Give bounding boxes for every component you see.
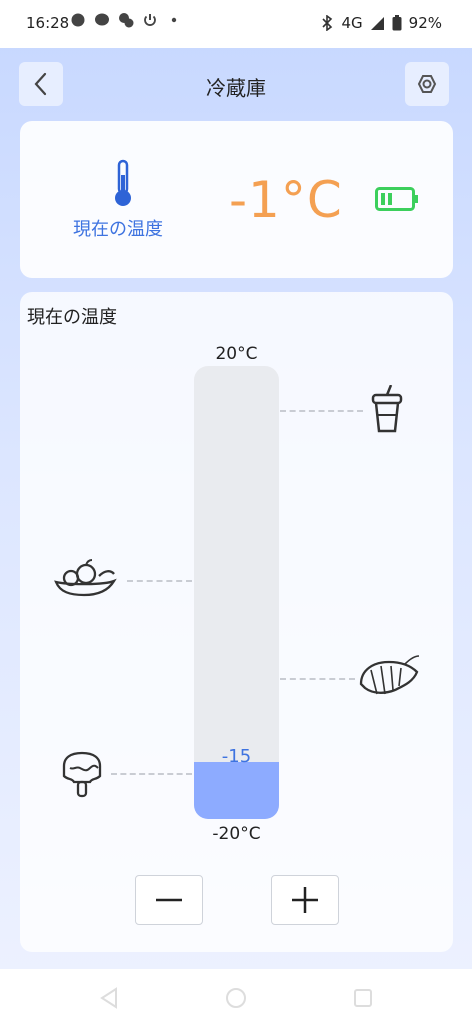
temperature-fill xyxy=(194,762,279,819)
battery-percent: 92% xyxy=(408,14,442,32)
settings-button[interactable] xyxy=(405,62,449,106)
fruit-guide-line xyxy=(127,580,192,582)
signal-icon xyxy=(370,16,384,30)
current-temp-card: 現在の温度 -1°C xyxy=(20,121,453,278)
notification-icon xyxy=(71,13,85,27)
battery-icon xyxy=(392,15,402,31)
nav-recents-icon[interactable] xyxy=(352,987,374,1009)
shrimp-icon xyxy=(359,655,420,695)
drink-guide-line xyxy=(280,410,363,412)
thermometer-icon xyxy=(115,159,131,206)
scale-min-label: -20°C xyxy=(212,824,261,844)
temp-scale-card: 現在の温度 20°C -15 -20°C xyxy=(20,292,453,952)
network-type: 4G xyxy=(341,14,363,32)
media-icon xyxy=(119,13,134,28)
icecream-guide-line xyxy=(111,773,192,775)
status-right: 4G 92% xyxy=(320,14,442,32)
status-time: 16:28 xyxy=(26,14,70,32)
status-bar: 16:28 4G 92% xyxy=(0,0,472,48)
scale-max-label: 20°C xyxy=(215,344,258,364)
set-temp-value: -15 xyxy=(221,746,252,767)
power-icon xyxy=(144,14,156,26)
page-title: 冷蔵庫 xyxy=(206,76,266,100)
ice-cream-icon xyxy=(62,751,102,798)
minus-icon xyxy=(156,898,182,902)
dot-icon xyxy=(171,17,177,23)
fruit-basket-icon xyxy=(54,559,117,597)
shrimp-guide-line xyxy=(280,678,355,680)
app-header: 冷蔵庫 xyxy=(0,48,472,120)
drink-cup-icon xyxy=(371,385,403,433)
notification-icons xyxy=(70,12,182,28)
system-nav-bar xyxy=(0,969,472,1024)
current-temp-label: 現在の温度 xyxy=(73,219,163,240)
increase-temp-button[interactable] xyxy=(271,875,339,925)
section-title: 現在の温度 xyxy=(27,307,117,328)
plus-icon xyxy=(292,887,318,913)
current-temp-value: -1°C xyxy=(229,171,343,229)
nav-back-icon[interactable] xyxy=(98,987,120,1009)
nav-home-icon[interactable] xyxy=(225,987,247,1009)
battery-level-icon xyxy=(375,187,418,211)
bluetooth-icon xyxy=(322,15,333,31)
decrease-temp-button[interactable] xyxy=(135,875,203,925)
line-app-icon xyxy=(95,13,109,26)
hexagon-settings-icon xyxy=(417,75,437,93)
